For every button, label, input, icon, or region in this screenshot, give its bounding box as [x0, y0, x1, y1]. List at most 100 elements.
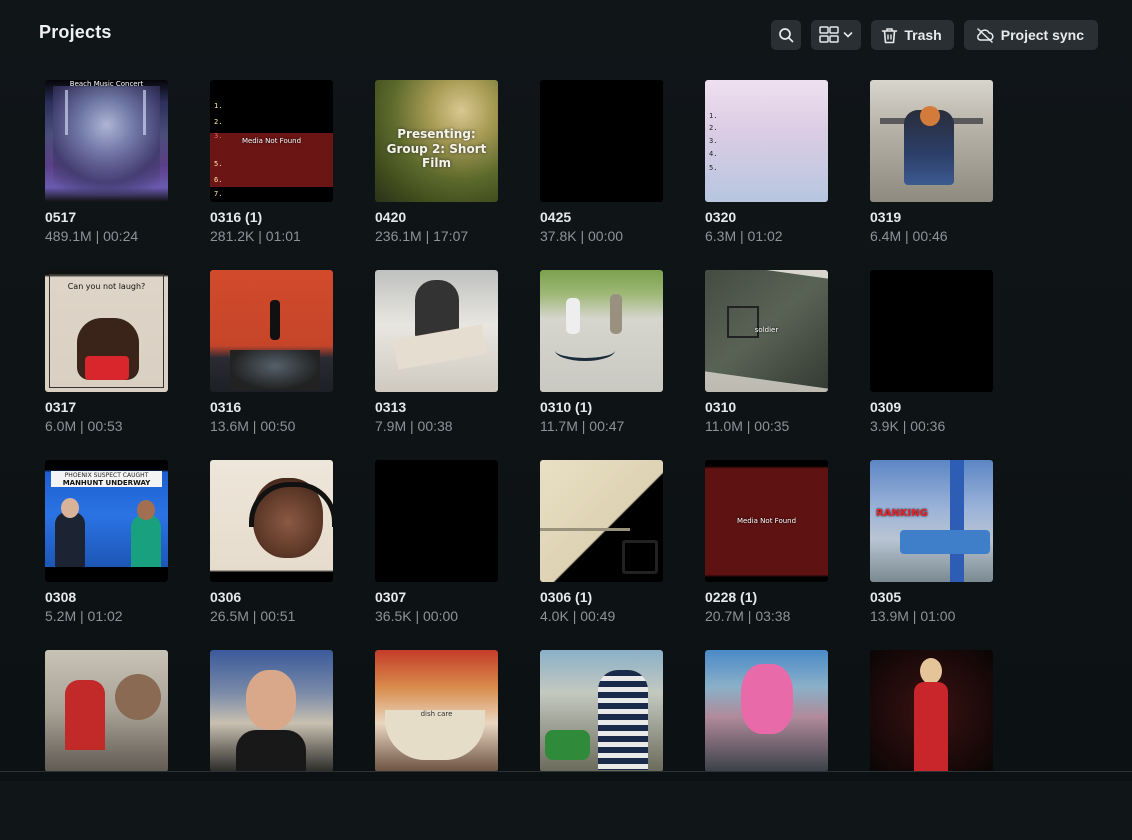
- project-meta: 489.1M | 00:24: [45, 228, 139, 244]
- thumbnail-caption: Media Not Found: [241, 137, 302, 145]
- project-card[interactable]: RANKING 0305 13.9M | 01:00: [870, 460, 993, 650]
- project-card[interactable]: [540, 650, 663, 840]
- project-thumbnail: [375, 460, 498, 582]
- search-icon: [779, 28, 794, 43]
- project-thumbnail: 1. 2. 3. 5. 6. 7. Media Not Found: [210, 80, 333, 202]
- project-meta: 6.4M | 00:46: [870, 228, 948, 244]
- project-name: 0307: [375, 589, 407, 605]
- project-name: 0305: [870, 589, 902, 605]
- project-card[interactable]: 0310 (1) 11.7M | 00:47: [540, 270, 663, 460]
- project-thumbnail: [870, 650, 993, 772]
- project-thumbnail: [210, 270, 333, 392]
- project-thumbnail: [540, 270, 663, 392]
- project-thumbnail: [870, 270, 993, 392]
- project-name: 0320: [705, 209, 737, 225]
- project-meta: 26.5M | 00:51: [210, 608, 296, 624]
- project-sync-label: Project sync: [1000, 27, 1084, 43]
- project-thumbnail: [375, 270, 498, 392]
- thumbnail-caption: soldier: [754, 326, 779, 334]
- project-thumbnail: [540, 460, 663, 582]
- project-name: 0313: [375, 399, 407, 415]
- trash-icon: [882, 27, 898, 43]
- project-meta: 5.2M | 01:02: [45, 608, 123, 624]
- view-mode-dropdown[interactable]: [811, 20, 862, 50]
- project-thumbnail: Beach Music Concert: [45, 80, 168, 202]
- project-card[interactable]: dish care: [375, 650, 498, 840]
- project-name: 0310: [705, 399, 737, 415]
- project-thumbnail: Can you not laugh?: [45, 270, 168, 392]
- thumbnail-caption: PHOENIX SUSPECT CAUGHT: [64, 472, 149, 479]
- project-name: 0317: [45, 399, 77, 415]
- project-name: 0228 (1): [705, 589, 758, 605]
- project-card[interactable]: 0306 26.5M | 00:51: [210, 460, 333, 650]
- project-name: 0310 (1): [540, 399, 593, 415]
- project-card[interactable]: Presenting: Group 2: Short Film 0420 236…: [375, 80, 498, 270]
- project-card[interactable]: 1. 2. 3. 5. 6. 7. Media Not Found 0316 (…: [210, 80, 333, 270]
- page-title: Projects: [39, 22, 112, 42]
- project-card[interactable]: 0309 3.9K | 00:36: [870, 270, 993, 460]
- thumbnail-caption: Can you not laugh?: [67, 282, 146, 291]
- project-card[interactable]: [705, 650, 828, 840]
- thumbnail-caption: Group 2: Short Film: [386, 142, 487, 170]
- search-button[interactable]: [771, 20, 802, 50]
- project-thumbnail: Presenting: Group 2: Short Film: [375, 80, 498, 202]
- toolbar: Trash Project sync: [771, 20, 1098, 50]
- project-card[interactable]: [870, 650, 993, 840]
- thumbnail-caption: Beach Music Concert: [69, 80, 144, 88]
- project-thumbnail: RANKING: [870, 460, 993, 582]
- project-meta: 236.1M | 17:07: [375, 228, 469, 244]
- project-thumbnail: [45, 650, 168, 772]
- project-card[interactable]: soldier 0310 11.0M | 00:35: [705, 270, 828, 460]
- project-meta: 36.5K | 00:00: [375, 608, 459, 624]
- project-meta: 37.8K | 00:00: [540, 228, 624, 244]
- project-thumbnail: [540, 80, 663, 202]
- project-name: 0306 (1): [540, 589, 593, 605]
- project-meta: 281.2K | 01:01: [210, 228, 301, 244]
- thumbnail-caption: RANKING: [876, 508, 928, 519]
- project-card[interactable]: 0425 37.8K | 00:00: [540, 80, 663, 270]
- project-meta: 13.9M | 01:00: [870, 608, 956, 624]
- thumbnail-caption: MANHUNT UNDERWAY: [62, 479, 151, 487]
- project-thumbnail: [210, 650, 333, 772]
- project-name: 0517: [45, 209, 77, 225]
- trash-label: Trash: [904, 27, 942, 43]
- project-name: 0309: [870, 399, 902, 415]
- project-sync-button[interactable]: Project sync: [963, 20, 1098, 50]
- trash-button[interactable]: Trash: [871, 20, 954, 50]
- project-meta: 3.9K | 00:36: [870, 418, 946, 434]
- project-name: 0308: [45, 589, 77, 605]
- project-card[interactable]: PHOENIX SUSPECT CAUGHT MANHUNT UNDERWAY …: [45, 460, 168, 650]
- project-card[interactable]: Beach Music Concert 0517 489.1M | 00:24: [45, 80, 168, 270]
- project-meta: 11.7M | 00:47: [540, 418, 625, 434]
- project-card[interactable]: 1. 2. 3. 4. 5. 0320 6.3M | 01:02: [705, 80, 828, 270]
- project-thumbnail: [210, 460, 333, 582]
- project-card[interactable]: 0313 7.9M | 00:38: [375, 270, 498, 460]
- project-card[interactable]: 0306 (1) 4.0K | 00:49: [540, 460, 663, 650]
- cloud-sync-icon: [976, 28, 994, 43]
- project-meta: 13.6M | 00:50: [210, 418, 296, 434]
- project-thumbnail: [540, 650, 663, 772]
- project-name: 0319: [870, 209, 902, 225]
- project-thumbnail: [870, 80, 993, 202]
- project-card[interactable]: [210, 650, 333, 840]
- project-card[interactable]: 0307 36.5K | 00:00: [375, 460, 498, 650]
- project-card[interactable]: [45, 650, 168, 840]
- project-name: 0306: [210, 589, 242, 605]
- bottom-divider: [0, 771, 1132, 772]
- project-meta: 6.0M | 00:53: [45, 418, 123, 434]
- chevron-down-icon: [844, 32, 853, 38]
- project-meta: 20.7M | 03:38: [705, 608, 791, 624]
- project-card[interactable]: 0316 13.6M | 00:50: [210, 270, 333, 460]
- project-meta: 11.0M | 00:35: [705, 418, 790, 434]
- project-name: 0425: [540, 209, 572, 225]
- project-card[interactable]: Can you not laugh? 0317 6.0M | 00:53: [45, 270, 168, 460]
- project-grid: Beach Music Concert 0517 489.1M | 00:24 …: [45, 80, 993, 840]
- project-thumbnail: 1. 2. 3. 4. 5.: [705, 80, 828, 202]
- project-meta: 6.3M | 01:02: [705, 228, 783, 244]
- project-name: 0420: [375, 209, 407, 225]
- project-card[interactable]: 0319 6.4M | 00:46: [870, 80, 993, 270]
- project-meta: 4.0K | 00:49: [540, 608, 616, 624]
- project-thumbnail: PHOENIX SUSPECT CAUGHT MANHUNT UNDERWAY: [45, 460, 168, 582]
- project-thumbnail: [705, 650, 828, 772]
- project-card[interactable]: Media Not Found 0228 (1) 20.7M | 03:38: [705, 460, 828, 650]
